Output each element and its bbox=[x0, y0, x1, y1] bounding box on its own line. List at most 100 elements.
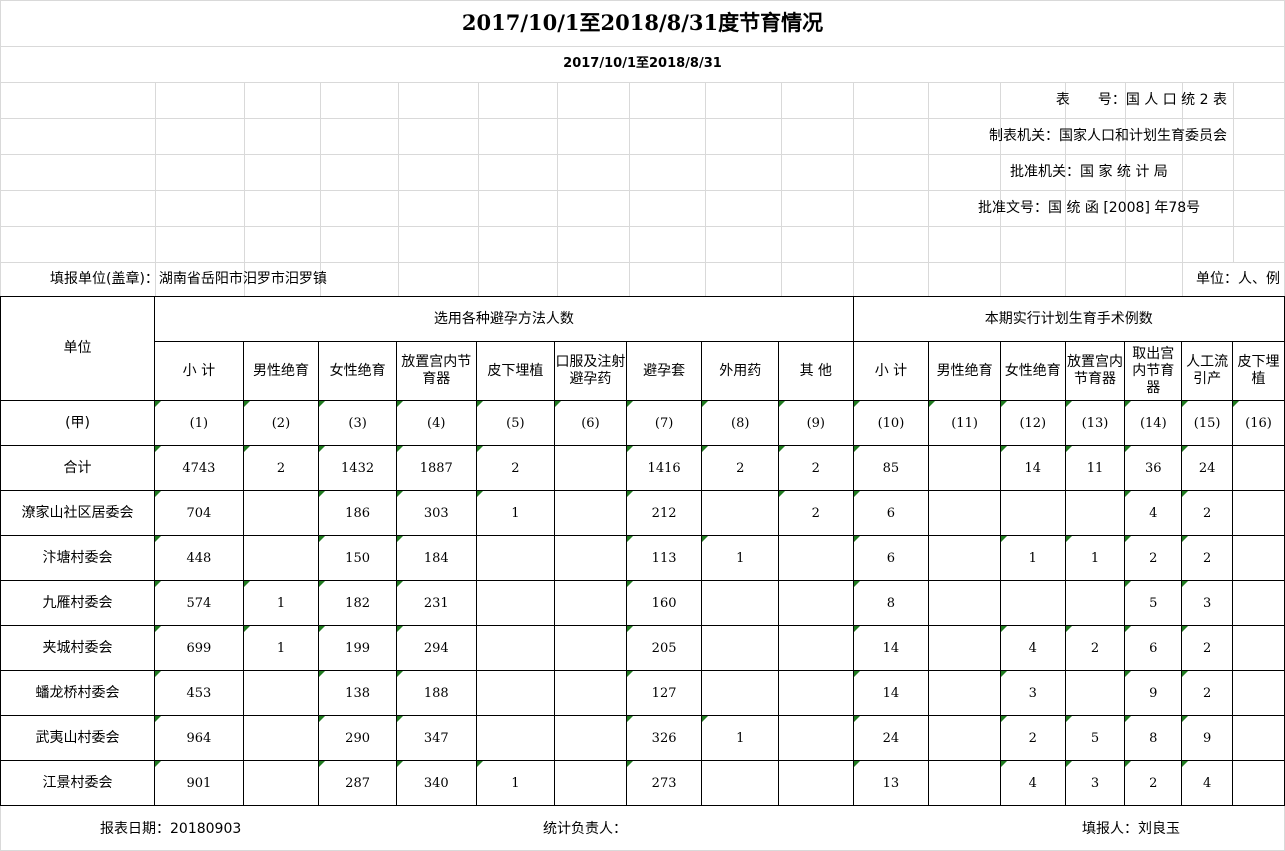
page-title: 2017/10/1至2018/8/31度节育情况 bbox=[461, 10, 824, 35]
table-cell bbox=[1232, 580, 1285, 626]
table-cell: 3 bbox=[999, 670, 1066, 716]
table-cell: 205 bbox=[625, 625, 703, 671]
table-cell bbox=[1232, 445, 1285, 491]
table-cell: 1 bbox=[242, 580, 320, 626]
col-code-5: (5) bbox=[475, 400, 556, 446]
table-cell: 113 bbox=[625, 535, 703, 581]
table-cell: 2 bbox=[999, 715, 1066, 761]
table-cell: 699 bbox=[154, 625, 244, 671]
table-cell bbox=[554, 535, 627, 581]
table-cell: 11 bbox=[1064, 445, 1126, 491]
table-cell: 8 bbox=[1124, 715, 1183, 761]
table-cell: 287 bbox=[318, 760, 397, 806]
table-cell bbox=[778, 580, 854, 626]
col-code-13: (13) bbox=[1064, 400, 1126, 446]
table-cell bbox=[1064, 580, 1126, 626]
table-cell: 1 bbox=[242, 625, 320, 671]
table-cell: 4 bbox=[1181, 760, 1234, 806]
table-cell: 24 bbox=[1181, 445, 1234, 491]
table-cell: 326 bbox=[625, 715, 703, 761]
table-cell bbox=[701, 490, 780, 536]
header-unit: 单位 bbox=[0, 296, 156, 401]
row-unit-name: 江景村委会 bbox=[0, 760, 156, 806]
table-cell: 901 bbox=[154, 760, 244, 806]
table-cell bbox=[1232, 760, 1285, 806]
col-header-7: 避孕套 bbox=[625, 341, 703, 401]
col-code-16: (16) bbox=[1232, 400, 1285, 446]
table-cell: 1416 bbox=[625, 445, 703, 491]
table-cell: 448 bbox=[154, 535, 244, 581]
table-cell bbox=[778, 535, 854, 581]
col-code-7: (7) bbox=[625, 400, 703, 446]
table-cell bbox=[554, 580, 627, 626]
col-header-14: 取出宫内节育器 bbox=[1124, 341, 1183, 401]
table-cell bbox=[999, 490, 1066, 536]
table-cell: 2 bbox=[701, 445, 780, 491]
table-cell: 704 bbox=[154, 490, 244, 536]
table-cell: 231 bbox=[395, 580, 477, 626]
table-cell bbox=[928, 625, 1001, 671]
table-cell bbox=[701, 625, 780, 671]
table-cell: 3 bbox=[1181, 580, 1234, 626]
row-unit-name: 夹城村委会 bbox=[0, 625, 156, 671]
statistics-table: 单位 选用各种避孕方法人数 本期实行计划生育手术例数 小 计男性绝育 女性绝育 放置… bbox=[0, 296, 1285, 806]
table-cell: 1 bbox=[1064, 535, 1126, 581]
table-cell: 24 bbox=[852, 715, 930, 761]
col-code-1: (1) bbox=[154, 400, 244, 446]
filler-name: 填报人：刘良玉 bbox=[1082, 821, 1180, 837]
col-code-12: (12) bbox=[999, 400, 1066, 446]
table-cell bbox=[475, 715, 556, 761]
table-cell bbox=[242, 535, 320, 581]
table-cell bbox=[928, 490, 1001, 536]
table-cell: 212 bbox=[625, 490, 703, 536]
col-header-11: 男性绝育 bbox=[928, 341, 1001, 401]
table-row: 汴塘村委会 448 150 184 113 1 6 1 1 2 2 bbox=[0, 535, 1285, 581]
meta-approval-agency: 批准机关：国 家 统 计 局 bbox=[1010, 164, 1168, 180]
table-cell bbox=[928, 445, 1001, 491]
table-cell bbox=[1232, 490, 1285, 536]
table-cell: 9 bbox=[1181, 715, 1234, 761]
table-cell: 294 bbox=[395, 625, 477, 671]
col-header-10: 小 计 bbox=[852, 341, 930, 401]
col-code-14: (14) bbox=[1124, 400, 1183, 446]
table-cell: 2 bbox=[1181, 535, 1234, 581]
table-cell bbox=[1064, 490, 1126, 536]
col-header-12: 女性绝育 bbox=[999, 341, 1066, 401]
table-row: 武夷山村委会 964 290 347 326 1 24 2 5 8 9 bbox=[0, 715, 1285, 761]
col-header-13: 放置宫内节育器 bbox=[1064, 341, 1126, 401]
table-cell bbox=[475, 535, 556, 581]
table-cell: 964 bbox=[154, 715, 244, 761]
meta-approval-document: 批准文号：国 统 函 [2008] 年78号 bbox=[978, 200, 1201, 216]
col-code-0: (甲) bbox=[0, 400, 156, 446]
table-cell: 4 bbox=[999, 760, 1066, 806]
col-header-2: 男性绝育 bbox=[242, 341, 320, 401]
table-row: 九雁村委会 574 1 182 231 160 8 5 3 bbox=[0, 580, 1285, 626]
table-row: 潦家山社区居委会 704 186 303 1 212 2 6 4 2 bbox=[0, 490, 1285, 536]
table-cell: 5 bbox=[1124, 580, 1183, 626]
col-header-4: 放置宫内节育器 bbox=[395, 341, 477, 401]
table-cell bbox=[1232, 715, 1285, 761]
table-cell: 184 bbox=[395, 535, 477, 581]
table-cell: 9 bbox=[1124, 670, 1183, 716]
table-cell: 1 bbox=[701, 715, 780, 761]
table-cell bbox=[554, 760, 627, 806]
table-cell: 188 bbox=[395, 670, 477, 716]
table-cell bbox=[701, 760, 780, 806]
table-cell: 5 bbox=[1064, 715, 1126, 761]
col-header-6: 口服及注射避孕药 bbox=[554, 341, 627, 401]
table-cell: 14 bbox=[852, 625, 930, 671]
table-cell bbox=[701, 670, 780, 716]
table-cell: 1 bbox=[475, 490, 556, 536]
table-cell bbox=[242, 715, 320, 761]
table-cell bbox=[242, 670, 320, 716]
table-cell bbox=[1064, 670, 1126, 716]
table-cell bbox=[778, 625, 854, 671]
fill-unit-label: 填报单位(盖章)：湖南省岳阳市汨罗市汨罗镇 bbox=[50, 271, 327, 287]
table-row: 江景村委会 901 287 340 1 273 13 4 3 2 4 bbox=[0, 760, 1285, 806]
table-cell bbox=[554, 490, 627, 536]
table-cell: 127 bbox=[625, 670, 703, 716]
row-unit-name: 汴塘村委会 bbox=[0, 535, 156, 581]
table-cell bbox=[554, 670, 627, 716]
table-cell: 186 bbox=[318, 490, 397, 536]
col-code-11: (11) bbox=[928, 400, 1001, 446]
